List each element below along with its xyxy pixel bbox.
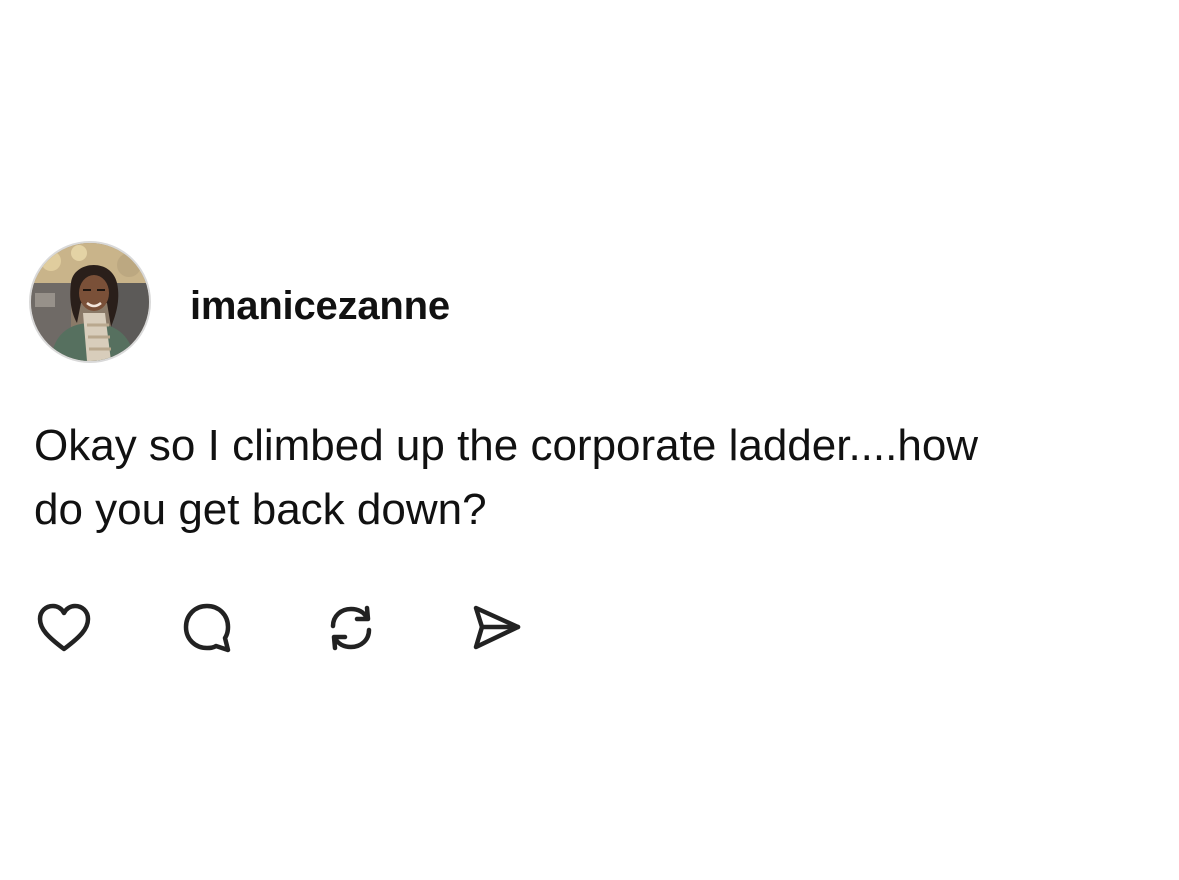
heart-icon <box>37 603 91 652</box>
comment-bubble-icon <box>183 603 231 653</box>
post-body: Okay so I climbed up the corporate ladde… <box>34 414 1154 542</box>
share-button[interactable] <box>468 600 524 656</box>
repost-arrows-icon <box>330 605 372 651</box>
comment-button[interactable] <box>179 600 235 656</box>
post-text-line: do you get back down? <box>34 485 487 534</box>
avatar-photo <box>31 243 149 361</box>
avatar[interactable] <box>29 241 151 363</box>
username[interactable]: imanicezanne <box>190 282 450 330</box>
post-text-line: Okay so I climbed up the corporate ladde… <box>34 421 979 470</box>
repost-button[interactable] <box>323 600 379 656</box>
like-button[interactable] <box>36 600 92 656</box>
send-paper-plane-icon <box>473 605 521 650</box>
thread-post: imanicezanne Okay so I climbed up the co… <box>0 0 1179 880</box>
